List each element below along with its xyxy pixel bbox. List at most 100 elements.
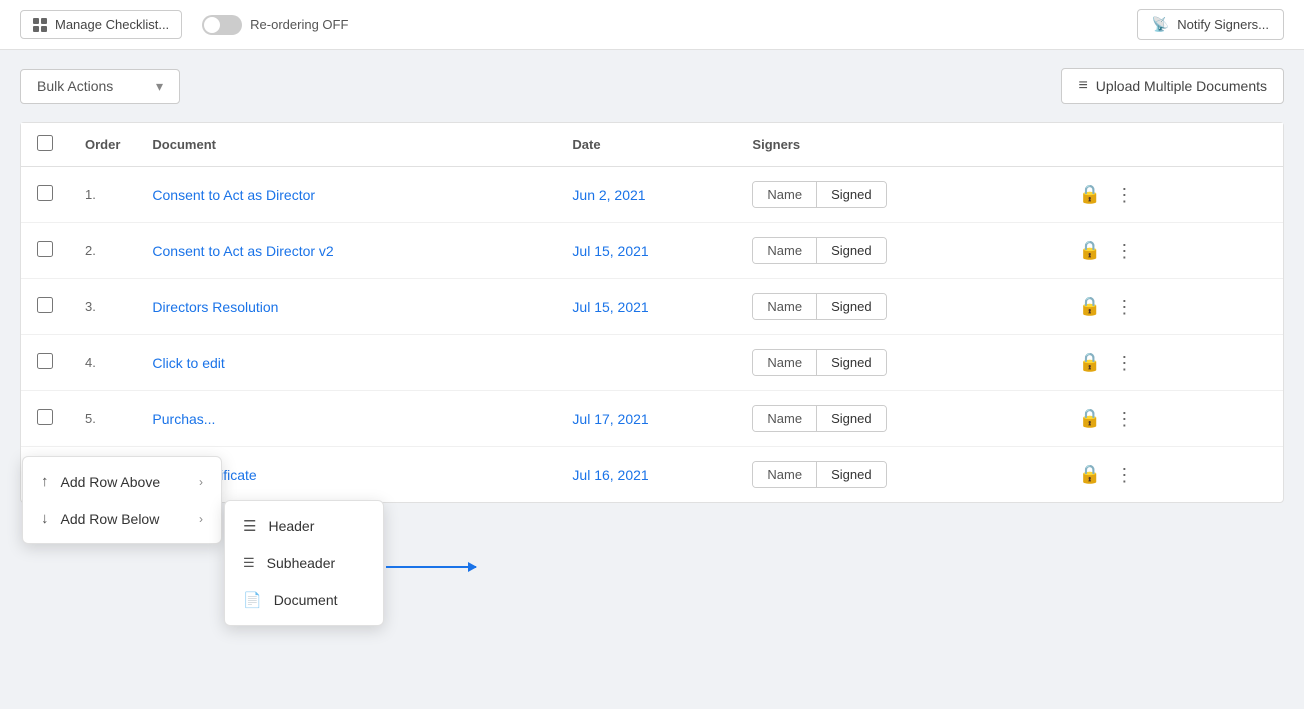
row-2-actions: 🔒 ⋮ — [1063, 223, 1283, 279]
row-6-date: Jul 16, 2021 — [556, 447, 736, 503]
row-5-checkbox[interactable] — [37, 409, 53, 425]
row-4-date — [556, 335, 736, 391]
row-3-date: Jul 15, 2021 — [556, 279, 736, 335]
submenu-header-item[interactable]: ☰ Header — [225, 507, 383, 545]
upload-multiple-button[interactable]: ≡ Upload Multiple Documents — [1061, 68, 1284, 104]
row-4-order: 4. — [69, 335, 136, 391]
signers-header: Signers — [736, 123, 1063, 167]
row-1-checkbox[interactable] — [37, 185, 53, 201]
row-1-signers: Name Signed — [736, 167, 1063, 223]
add-row-above-label: Add Row Above — [61, 474, 161, 490]
row-1-dots-button[interactable]: ⋮ — [1109, 184, 1139, 206]
lock-icon[interactable]: 🔒 — [1079, 352, 1101, 373]
table-header-row: Order Document Date Signers — [21, 123, 1283, 167]
document-label: Document — [274, 592, 338, 608]
row-1-order: 1. — [69, 167, 136, 223]
table-row: 1. Consent to Act as Director Jun 2, 202… — [21, 167, 1283, 223]
header-label: Header — [268, 518, 314, 534]
notify-signers-label: Notify Signers... — [1177, 17, 1269, 32]
document-table-container: Order Document Date Signers — [20, 122, 1284, 503]
add-row-below-item[interactable]: ↓ Add Row Below › — [23, 500, 221, 537]
row-3-doc-link[interactable]: Directors Resolution — [152, 299, 278, 315]
add-row-submenu: ☰ Header ☰ Subheader 📄 Document — [224, 500, 384, 626]
toolbar: Bulk Actions ▾ ≡ Upload Multiple Documen… — [0, 50, 1304, 122]
top-bar-left: Manage Checklist... Re-ordering OFF — [20, 10, 348, 39]
row-3-actions-wrap: 🔒 ⋮ — [1079, 296, 1159, 318]
manage-checklist-button[interactable]: Manage Checklist... — [20, 10, 182, 39]
context-menu-overlay: ↑ Add Row Above › ↓ Add Row Below › ☰ He… — [22, 456, 222, 544]
bulk-actions-button[interactable]: Bulk Actions ▾ — [20, 69, 180, 104]
row-3-order: 3. — [69, 279, 136, 335]
row-1-actions: 🔒 ⋮ — [1063, 167, 1283, 223]
row-2-doc-link[interactable]: Consent to Act as Director v2 — [152, 243, 333, 259]
row-4-signer-badge: Name Signed — [752, 349, 886, 376]
select-all-checkbox[interactable] — [37, 135, 53, 151]
row-6-dots-button[interactable]: ⋮ — [1109, 464, 1139, 486]
rss-icon: 📡 — [1152, 16, 1169, 33]
top-bar: Manage Checklist... Re-ordering OFF 📡 No… — [0, 0, 1304, 50]
row-1-doc-link[interactable]: Consent to Act as Director — [152, 187, 315, 203]
row-1-actions-wrap: 🔒 ⋮ — [1079, 184, 1159, 206]
row-5-actions-wrap: 🔒 ⋮ — [1079, 408, 1159, 430]
document-header: Document — [136, 123, 556, 167]
reordering-toggle-wrap: Re-ordering OFF — [202, 15, 348, 35]
row-3-checkbox[interactable] — [37, 297, 53, 313]
manage-checklist-label: Manage Checklist... — [55, 17, 169, 32]
row-2-checkbox[interactable] — [37, 241, 53, 257]
row-2-dots-button[interactable]: ⋮ — [1109, 240, 1139, 262]
grid-icon — [33, 18, 47, 32]
reordering-toggle[interactable] — [202, 15, 242, 35]
row-5-order: 5. — [69, 391, 136, 447]
row-6-actions-wrap: 🔒 ⋮ — [1079, 464, 1159, 486]
select-all-header — [21, 123, 69, 167]
lock-icon[interactable]: 🔒 — [1079, 464, 1101, 485]
row-1-doc: Consent to Act as Director — [136, 167, 556, 223]
row-3-signers: Name Signed — [736, 279, 1063, 335]
arrow-up-icon: ↑ — [41, 473, 49, 490]
row-2-date: Jul 15, 2021 — [556, 223, 736, 279]
row-4-doc: Click to edit — [136, 335, 556, 391]
row-5-signer-badge: Name Signed — [752, 405, 886, 432]
add-row-above-item[interactable]: ↑ Add Row Above › — [23, 463, 221, 500]
row-1-signer-badge: Name Signed — [752, 181, 886, 208]
lock-icon[interactable]: 🔒 — [1079, 296, 1101, 317]
row-4-checkbox[interactable] — [37, 353, 53, 369]
date-header: Date — [556, 123, 736, 167]
lock-icon[interactable]: 🔒 — [1079, 408, 1101, 429]
table-row: 5. Purchas... Jul 17, 2021 Name Signed 🔒… — [21, 391, 1283, 447]
row-6-signer-badge: Name Signed — [752, 461, 886, 488]
submenu-document-item[interactable]: 📄 Document — [225, 581, 383, 619]
row-5-date: Jul 17, 2021 — [556, 391, 736, 447]
document-arrow-line — [386, 566, 476, 568]
row-5-doc-link[interactable]: Purchas... — [152, 411, 215, 427]
lock-icon[interactable]: 🔒 — [1079, 184, 1101, 205]
bulk-actions-label: Bulk Actions — [37, 78, 113, 94]
row-3-signer-badge: Name Signed — [752, 293, 886, 320]
submenu-subheader-item[interactable]: ☰ Subheader — [225, 545, 383, 581]
row-1-date: Jun 2, 2021 — [556, 167, 736, 223]
actions-header — [1063, 123, 1283, 167]
row-3-doc: Directors Resolution — [136, 279, 556, 335]
row-2-order: 2. — [69, 223, 136, 279]
row-3-dots-button[interactable]: ⋮ — [1109, 296, 1139, 318]
row-actions-menu: ↑ Add Row Above › ↓ Add Row Below › — [22, 456, 222, 544]
notify-signers-button[interactable]: 📡 Notify Signers... — [1137, 9, 1284, 40]
row-6-actions: 🔒 ⋮ — [1063, 447, 1283, 503]
row-checkbox-cell — [21, 391, 69, 447]
order-header: Order — [69, 123, 136, 167]
row-4-dots-button[interactable]: ⋮ — [1109, 352, 1139, 374]
chevron-down-icon: ▾ — [156, 78, 163, 95]
upload-label: Upload Multiple Documents — [1096, 78, 1267, 94]
lock-icon[interactable]: 🔒 — [1079, 240, 1101, 261]
document-table: Order Document Date Signers — [21, 123, 1283, 502]
row-5-dots-button[interactable]: ⋮ — [1109, 408, 1139, 430]
table-row: 4. Click to edit Name Signed 🔒 ⋮ — [21, 335, 1283, 391]
row-2-actions-wrap: 🔒 ⋮ — [1079, 240, 1159, 262]
row-4-actions-wrap: 🔒 ⋮ — [1079, 352, 1159, 374]
row-5-actions: 🔒 ⋮ — [1063, 391, 1283, 447]
row-checkbox-cell — [21, 167, 69, 223]
row-6-signers: Name Signed — [736, 447, 1063, 503]
click-to-edit-text[interactable]: Click to edit — [152, 355, 224, 371]
list-icon: ≡ — [1078, 77, 1087, 95]
subheader-icon: ☰ — [243, 555, 255, 571]
